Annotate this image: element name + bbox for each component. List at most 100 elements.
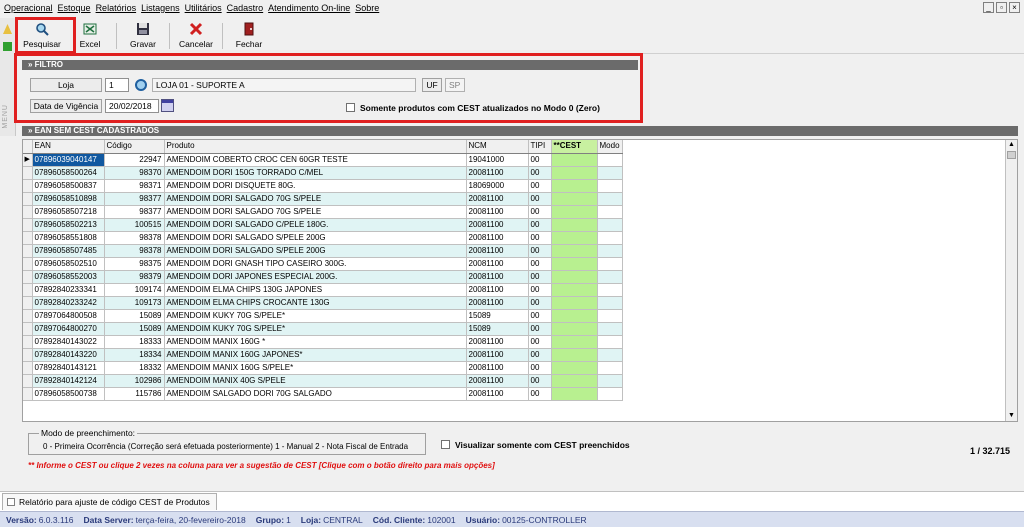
loja-label-button[interactable]: Loja: [30, 78, 102, 92]
table-cell[interactable]: 98370: [104, 166, 165, 180]
table-cell[interactable]: [597, 218, 623, 232]
table-cell[interactable]: 07892840143121: [32, 361, 105, 375]
table-cell[interactable]: [551, 309, 598, 323]
table-cell[interactable]: 00: [528, 179, 552, 193]
current-row-indicator-icon[interactable]: ▶: [23, 153, 33, 167]
table-cell[interactable]: [597, 231, 623, 245]
table-cell[interactable]: [597, 244, 623, 258]
table-cell[interactable]: 20081100: [466, 231, 529, 245]
row-selector[interactable]: [23, 387, 33, 401]
table-cell[interactable]: AMENDOIM MANIX 40G S/PELE: [164, 374, 467, 388]
loja-code-input[interactable]: 1: [105, 78, 129, 92]
table-cell[interactable]: 98377: [104, 192, 165, 206]
table-cell[interactable]: 20081100: [466, 166, 529, 180]
row-selector[interactable]: [23, 231, 33, 245]
table-cell[interactable]: [597, 348, 623, 362]
table-cell[interactable]: 00: [528, 257, 552, 271]
table-cell[interactable]: [597, 296, 623, 310]
table-cell[interactable]: 07896058502510: [32, 257, 105, 271]
column-header[interactable]: **CEST: [551, 140, 598, 154]
table-cell[interactable]: 07896058500738: [32, 387, 105, 401]
table-cell[interactable]: 20081100: [466, 257, 529, 271]
table-cell[interactable]: 20081100: [466, 296, 529, 310]
table-cell[interactable]: 102986: [104, 374, 165, 388]
search-button[interactable]: Pesquisar: [18, 18, 66, 54]
table-cell[interactable]: AMENDOIM KUKY 70G S/PELE*: [164, 309, 467, 323]
row-selector[interactable]: [23, 361, 33, 375]
date-label-button[interactable]: Data de Vigência: [30, 99, 102, 113]
menu-item-0[interactable]: Operacional: [4, 3, 53, 13]
column-header[interactable]: EAN: [32, 140, 105, 154]
menu-item-3[interactable]: Listagens: [141, 3, 180, 13]
table-cell[interactable]: [597, 270, 623, 284]
cancel-button[interactable]: Cancelar: [172, 18, 220, 54]
table-cell[interactable]: 109173: [104, 296, 165, 310]
table-cell[interactable]: AMENDOIM DORI SALGADO 70G S/PELE: [164, 192, 467, 206]
table-cell[interactable]: 20081100: [466, 270, 529, 284]
table-cell[interactable]: 20081100: [466, 192, 529, 206]
table-cell[interactable]: [551, 387, 598, 401]
table-cell[interactable]: 19041000: [466, 153, 529, 167]
table-row[interactable]: 07896058500738 115786 AMENDOIM SALGADO DOR…: [23, 387, 623, 401]
table-cell[interactable]: [551, 296, 598, 310]
table-cell[interactable]: [597, 192, 623, 206]
table-cell[interactable]: 07892840233242: [32, 296, 105, 310]
table-cell[interactable]: 15089: [104, 309, 165, 323]
table-cell[interactable]: 100515: [104, 218, 165, 232]
table-cell[interactable]: AMENDOIM DORI SALGADO 70G S/PELE: [164, 205, 467, 219]
table-row[interactable]: 07892840142124 102986 AMENDOIM MANIX 40G S…: [23, 374, 623, 388]
table-row[interactable]: 07896058507485 98378 AMENDOIM DORI SALGADO…: [23, 244, 623, 258]
table-cell[interactable]: [551, 335, 598, 349]
table-cell[interactable]: [551, 192, 598, 206]
table-cell[interactable]: [551, 283, 598, 297]
side-menu-label[interactable]: MENU: [2, 104, 9, 129]
table-cell[interactable]: AMENDOIM DORI SALGADO S/PELE 200G: [164, 231, 467, 245]
table-cell[interactable]: [551, 348, 598, 362]
table-cell[interactable]: 07892840143022: [32, 335, 105, 349]
calendar-icon[interactable]: [161, 99, 174, 112]
table-cell[interactable]: [551, 205, 598, 219]
cest-modo-zero-checkbox[interactable]: [346, 103, 355, 112]
scroll-up-icon[interactable]: ▲: [1006, 140, 1017, 150]
table-cell[interactable]: 07896058502213: [32, 218, 105, 232]
table-cell[interactable]: 20081100: [466, 218, 529, 232]
table-cell[interactable]: [597, 166, 623, 180]
loja-search-icon[interactable]: [135, 79, 147, 91]
table-cell[interactable]: 00: [528, 335, 552, 349]
column-header[interactable]: Produto: [164, 140, 467, 154]
table-cell[interactable]: [551, 361, 598, 375]
menu-item-2[interactable]: Relatórios: [96, 3, 137, 13]
table-cell[interactable]: 07892840233341: [32, 283, 105, 297]
table-cell[interactable]: 00: [528, 218, 552, 232]
table-row[interactable]: 07896058502213 100515 AMENDOIM DORI SALGAD…: [23, 218, 623, 232]
tab-cest-report[interactable]: Relatório para ajuste de código CEST de …: [2, 493, 217, 510]
table-cell[interactable]: AMENDOIM DORI SALGADO S/PELE 200G: [164, 244, 467, 258]
restore-icon[interactable]: ▫: [996, 2, 1007, 13]
row-selector[interactable]: [23, 179, 33, 193]
column-header[interactable]: TIPI: [528, 140, 552, 154]
table-cell[interactable]: 18069000: [466, 179, 529, 193]
table-cell[interactable]: 98379: [104, 270, 165, 284]
row-selector[interactable]: [23, 309, 33, 323]
menu-item-1[interactable]: Estoque: [58, 3, 91, 13]
table-cell[interactable]: 15089: [104, 322, 165, 336]
visualizar-cest-checkbox[interactable]: [441, 440, 450, 449]
table-cell[interactable]: 07896058552003: [32, 270, 105, 284]
table-cell[interactable]: 109174: [104, 283, 165, 297]
table-cell[interactable]: 07896058500264: [32, 166, 105, 180]
table-cell[interactable]: 07897064800508: [32, 309, 105, 323]
table-cell[interactable]: AMENDOIM DORI DISQUETE 80G.: [164, 179, 467, 193]
column-header[interactable]: Modo: [597, 140, 623, 154]
menu-item-6[interactable]: Atendimento On-line: [268, 3, 350, 13]
table-cell[interactable]: 00: [528, 192, 552, 206]
table-row[interactable]: 07896058500837 98371 AMENDOIM DORI DISQUET…: [23, 179, 623, 193]
table-cell[interactable]: 98378: [104, 231, 165, 245]
table-cell[interactable]: 07896039040147: [32, 153, 105, 167]
table-cell[interactable]: 00: [528, 309, 552, 323]
row-selector[interactable]: [23, 192, 33, 206]
save-button[interactable]: Gravar: [119, 18, 167, 54]
table-cell[interactable]: [597, 361, 623, 375]
row-selector[interactable]: [23, 283, 33, 297]
table-cell[interactable]: AMENDOIM MANIX 160G S/PELE*: [164, 361, 467, 375]
table-cell[interactable]: 00: [528, 296, 552, 310]
